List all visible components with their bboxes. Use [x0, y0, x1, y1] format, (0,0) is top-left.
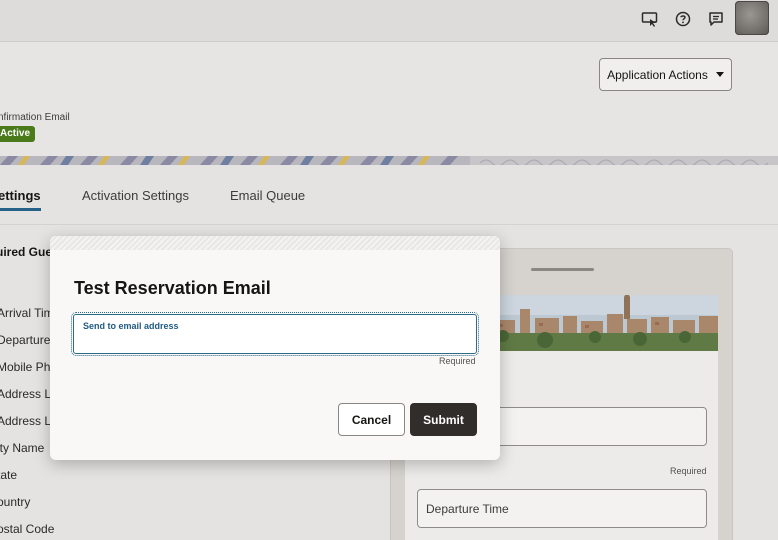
required-hint: Required — [439, 356, 476, 366]
tab-activation-settings[interactable]: Activation Settings — [82, 188, 189, 203]
test-reservation-email-dialog: Test Reservation Email Send to email add… — [50, 236, 500, 460]
status-badge: Active — [0, 126, 36, 142]
field-label-country: ountry — [0, 495, 31, 509]
field-label-address-line-1: Address Li — [0, 387, 54, 401]
dialog-title: Test Reservation Email — [74, 278, 271, 298]
email-input[interactable] — [82, 333, 467, 351]
section-title: uired Gue — [0, 245, 53, 259]
user-avatar[interactable] — [735, 1, 769, 35]
phone-speaker — [531, 268, 594, 271]
submit-button[interactable]: Submit — [410, 403, 477, 436]
email-field[interactable]: Send to email address — [71, 312, 479, 356]
field-label-mobile-phone: Mobile Pho — [0, 360, 58, 374]
field-label-departure: Departure — [0, 333, 51, 347]
dialog-header-pattern — [50, 236, 500, 250]
decorative-banner — [0, 156, 778, 165]
preview-departure-placeholder: Departure Time — [426, 502, 509, 516]
field-label-postal-code: ostal Code — [0, 522, 55, 536]
tab-email-queue[interactable]: Email Queue — [230, 188, 305, 203]
preview-required-hint: Required — [670, 466, 707, 476]
cancel-button[interactable]: Cancel — [338, 403, 405, 436]
help-icon[interactable] — [672, 8, 694, 30]
ask-oracle-icon[interactable] — [639, 8, 661, 30]
top-bar — [0, 0, 778, 42]
field-label-city-name: ity Name — [0, 441, 45, 455]
email-field-label: Send to email address — [83, 321, 179, 331]
application-actions-button[interactable]: Application Actions — [599, 58, 732, 91]
chevron-down-icon — [715, 72, 724, 77]
active-tab-indicator — [0, 208, 41, 211]
field-label-arrival-time: Arrival Tim — [0, 306, 54, 320]
application-actions-label: Application Actions — [607, 67, 708, 82]
field-label-address-line-2: Address Li — [0, 414, 54, 428]
field-label-state: tate — [0, 468, 18, 482]
tab-bar: ettings Activation Settings Email Queue — [0, 165, 778, 225]
tab-settings[interactable]: ettings — [0, 188, 41, 203]
messages-icon[interactable] — [705, 8, 727, 30]
page-subtitle: nfirmation Email — [0, 112, 70, 123]
